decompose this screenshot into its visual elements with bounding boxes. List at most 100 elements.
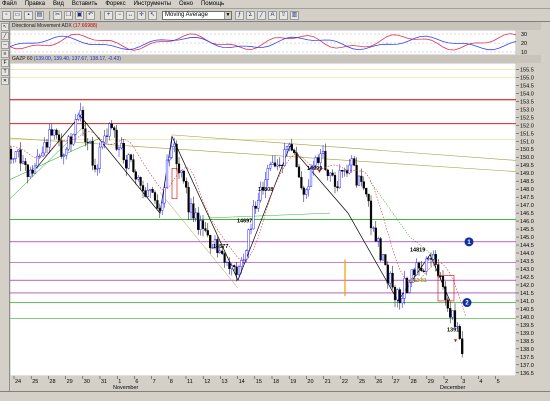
price-tick-label: 146.0 <box>520 219 534 225</box>
paste-icon[interactable]: ▣ <box>75 10 84 20</box>
candle-body <box>451 310 454 318</box>
price-tick-label: 149.0 <box>520 171 534 177</box>
candle-body <box>221 250 224 254</box>
open-icon[interactable]: ▭ <box>13 10 22 20</box>
pointer-tool-icon[interactable]: ↖ <box>1 23 9 31</box>
candle-body <box>105 135 109 137</box>
chart-icon[interactable]: ▥ <box>290 10 299 20</box>
price-tick-label: 148.0 <box>520 187 534 193</box>
cut-icon[interactable]: ✂ <box>53 10 62 20</box>
candle-body <box>149 189 152 191</box>
zoom-in-icon[interactable]: + <box>104 10 113 20</box>
candle-body <box>89 140 92 143</box>
candle-body <box>120 143 123 149</box>
save-icon[interactable]: ▪ <box>24 10 33 20</box>
zoom-out-icon[interactable]: − <box>115 10 124 20</box>
candle-body <box>77 114 80 120</box>
menu-item[interactable]: Окно <box>175 0 197 9</box>
fx-icon[interactable]: ƒ <box>235 10 244 20</box>
candle-body <box>182 170 185 182</box>
crosshair-icon[interactable]: ✛ <box>137 10 146 20</box>
undo-icon[interactable]: ↶ <box>86 10 95 20</box>
xaxis-tick-label: 8 <box>170 379 173 385</box>
candle-body <box>252 205 255 230</box>
toolbar-separator <box>100 10 101 20</box>
candle-body <box>283 149 286 166</box>
price-title: GAZP 60 <box>12 56 33 62</box>
candle-body <box>441 275 445 287</box>
candle-body <box>187 187 190 213</box>
print-icon[interactable]: ▤ <box>35 10 44 20</box>
text-icon[interactable]: A <box>268 10 277 20</box>
candle-body <box>31 169 34 174</box>
candle-body <box>386 264 389 284</box>
candle-body <box>341 170 344 172</box>
sigma-icon[interactable]: Σ <box>246 10 255 20</box>
price-tick-label: 153.0 <box>520 107 534 113</box>
new-icon[interactable]: ▫ <box>2 10 11 20</box>
line-icon[interactable]: ╱ <box>257 10 266 20</box>
xaxis-tick-label: 28 <box>49 379 55 385</box>
candle-body <box>79 110 82 116</box>
channel-tool-icon[interactable]: ≡ <box>1 50 9 58</box>
chart-area[interactable]: 302010155.5155.0154.5154.0153.5153.0152.… <box>10 22 541 391</box>
candle-body <box>297 166 301 178</box>
menu-item[interactable]: Инструменты <box>130 0 175 9</box>
candle-body <box>429 258 433 260</box>
menu-item[interactable]: Файл <box>0 0 21 9</box>
candle-body <box>43 142 46 154</box>
indicator-select[interactable]: Moving Average ▼ <box>162 10 232 20</box>
text-tool-icon[interactable]: T <box>1 68 9 76</box>
menu-item[interactable]: Форекс <box>101 0 129 9</box>
xaxis-tick-label: 7 <box>153 379 156 385</box>
price-tick-label: 149.5 <box>520 163 534 169</box>
candle-body <box>295 152 298 168</box>
candle-body <box>381 254 385 261</box>
chevron-down-icon[interactable]: ▼ <box>224 11 231 19</box>
candle-body <box>293 150 296 153</box>
xaxis-tick-label: 15 <box>256 379 262 385</box>
candle-body <box>374 227 377 242</box>
price-tick-label: 138.0 <box>520 347 534 353</box>
price-tick-label: 144.5 <box>520 243 534 249</box>
candle-body <box>266 168 269 180</box>
candle-body <box>48 129 51 148</box>
xaxis-tick-label: 22 <box>342 379 348 385</box>
copy-icon[interactable]: ❐ <box>64 10 73 20</box>
candle-body <box>357 175 361 186</box>
candle-body <box>278 164 281 166</box>
candle-body <box>74 119 77 135</box>
menu-bar: Файл Правка Вид Вставить Форекс Инструменты Ок… <box>0 0 550 9</box>
price-tick-label: 139.5 <box>520 323 534 329</box>
delete-tool-icon[interactable]: ✕ <box>1 77 9 85</box>
menu-item[interactable]: Помощь <box>197 0 228 9</box>
candle-body <box>24 161 27 165</box>
price-tick-label: 152.5 <box>520 115 534 121</box>
candle-body <box>38 155 41 157</box>
candle-body <box>62 155 65 157</box>
candle-body <box>110 123 113 128</box>
candle-body <box>41 152 44 157</box>
price-annotation-label: 1391 <box>447 327 459 333</box>
arrow-icon[interactable]: ↖ <box>148 10 157 20</box>
candle-body <box>151 189 154 193</box>
line-tool-icon[interactable]: ╱ <box>1 32 9 40</box>
price-tick-label: 153.5 <box>520 99 534 105</box>
candle-body <box>329 172 332 176</box>
xaxis-tick-label: 25 <box>32 379 38 385</box>
menu-item[interactable]: Вид <box>49 0 68 9</box>
candle-body <box>132 159 135 172</box>
menu-item[interactable]: Вставить <box>68 0 101 9</box>
indicator-select-value: Moving Average <box>165 11 208 18</box>
candle-body <box>96 168 99 170</box>
arrow-up-icon[interactable]: ⇧ <box>279 10 288 20</box>
xaxis-tick-label: 31 <box>101 379 107 385</box>
menu-item[interactable]: Правка <box>21 0 49 9</box>
fit-icon[interactable]: ↔ <box>126 10 135 20</box>
hline-tool-icon[interactable]: ─ <box>1 41 9 49</box>
fib-tool-icon[interactable]: F <box>1 59 9 67</box>
candle-body <box>285 145 289 150</box>
candle-body <box>50 129 53 136</box>
candle-body <box>125 159 128 169</box>
candle-body <box>185 181 188 188</box>
